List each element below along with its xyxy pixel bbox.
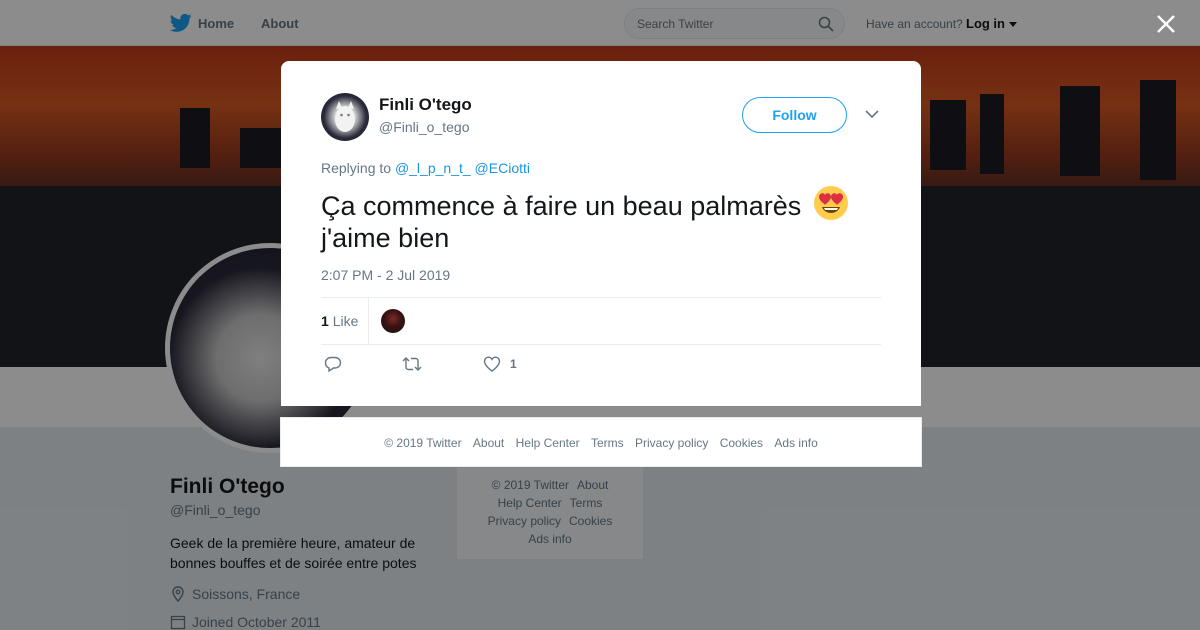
tweet-text-line1: Ça commence à faire un beau palmarès: [321, 191, 802, 221]
likes-stat[interactable]: 1 Like: [321, 313, 358, 329]
author-handle[interactable]: @Finli_o_tego: [379, 119, 470, 135]
retweet-icon: [402, 357, 422, 371]
tweet-text-line2: j'aime bien: [321, 223, 450, 253]
likes-stat-count: 1: [321, 313, 329, 329]
stats-divider: [368, 298, 369, 345]
author-avatar[interactable]: [321, 93, 369, 141]
tweet-timestamp[interactable]: 2:07 PM - 2 Jul 2019: [321, 267, 450, 283]
tweet-stats: 1 Like: [321, 297, 881, 345]
retweet-action[interactable]: [402, 356, 422, 372]
footer-about[interactable]: About: [473, 436, 504, 450]
follow-button[interactable]: Follow: [742, 97, 847, 133]
tweet-actions: 1: [321, 356, 881, 378]
likes-stat-label: Like: [332, 313, 359, 329]
modal-footer: © 2019 Twitter About Help Center Terms P…: [280, 417, 922, 467]
tweet-text: Ça commence à faire un beau palmarès j'a…: [321, 185, 881, 254]
heart-icon: [483, 356, 501, 372]
reply-mention-2[interactable]: @ECiotti: [475, 160, 530, 176]
like-action-count: 1: [510, 357, 517, 371]
cat-avatar-icon: [335, 101, 355, 132]
liker-avatar[interactable]: [381, 309, 405, 333]
close-icon[interactable]: [1155, 13, 1177, 35]
footer-cookies[interactable]: Cookies: [720, 436, 763, 450]
author-name[interactable]: Finli O'tego: [379, 95, 472, 115]
tweet-modal: Finli O'tego @Finli_o_tego Follow Replyi…: [281, 61, 921, 406]
footer-copyright: © 2019 Twitter: [384, 436, 462, 450]
reply-icon: [324, 356, 342, 372]
footer-privacy[interactable]: Privacy policy: [635, 436, 708, 450]
like-action[interactable]: 1: [483, 356, 517, 372]
replying-to: Replying to @_l_p_n_t_ @ECiotti: [321, 160, 530, 176]
heart-eyes-emoji-icon: [813, 186, 848, 220]
chevron-down-icon[interactable]: [865, 109, 879, 119]
footer-help[interactable]: Help Center: [516, 436, 580, 450]
footer-ads[interactable]: Ads info: [774, 436, 817, 450]
replying-prefix: Replying to: [321, 160, 392, 176]
reply-action[interactable]: [324, 356, 342, 372]
reply-mention-1[interactable]: @_l_p_n_t_: [395, 160, 471, 176]
footer-terms[interactable]: Terms: [591, 436, 624, 450]
